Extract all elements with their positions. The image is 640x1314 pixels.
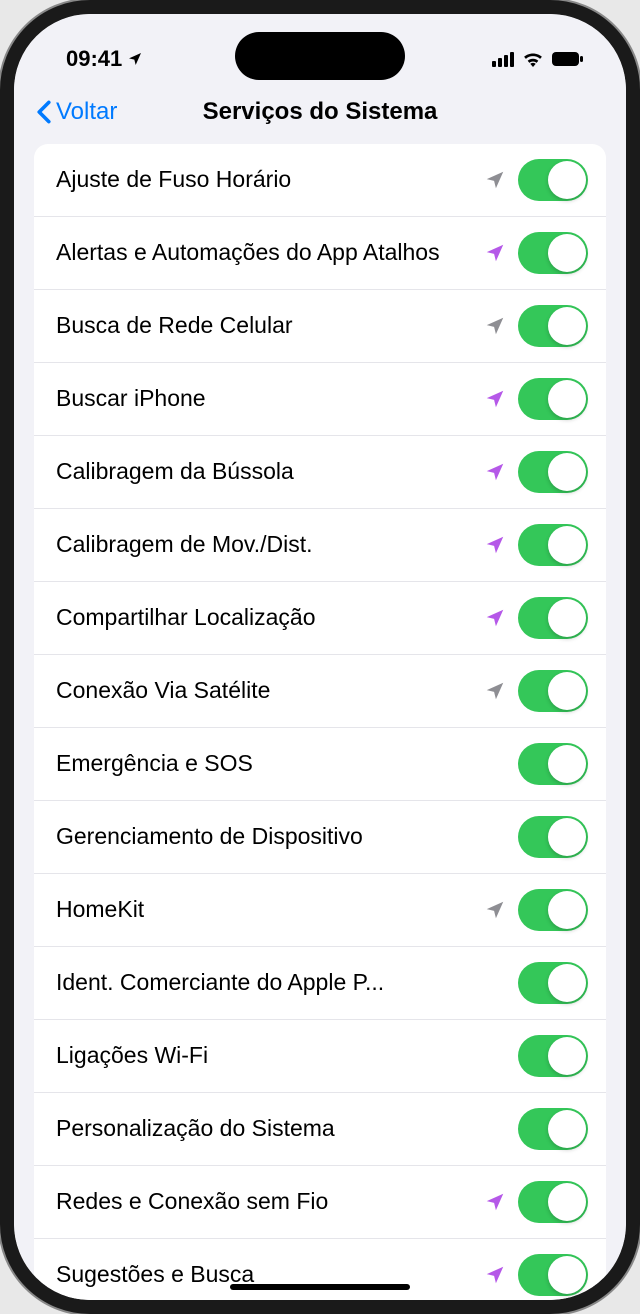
setting-label: Busca de Rede Celular <box>56 311 484 341</box>
toggle-knob <box>548 818 586 856</box>
toggle-switch[interactable] <box>518 1181 588 1223</box>
settings-row: Personalização do Sistema <box>34 1093 606 1166</box>
location-arrow-icon <box>484 680 506 702</box>
setting-label: Ident. Comerciante do Apple P... <box>56 968 518 998</box>
toggle-knob <box>548 672 586 710</box>
location-arrow-icon <box>484 534 506 556</box>
phone-frame: 09:41 Voltar Serviços do Sistema Ajuste … <box>0 0 640 1314</box>
settings-row: Buscar iPhone <box>34 363 606 436</box>
back-label: Voltar <box>56 98 117 126</box>
toggle-switch[interactable] <box>518 524 588 566</box>
toggle-switch[interactable] <box>518 743 588 785</box>
settings-row: Sugestões e Busca <box>34 1239 606 1300</box>
toggle-knob <box>548 453 586 491</box>
location-arrow-icon <box>484 607 506 629</box>
toggle-switch[interactable] <box>518 378 588 420</box>
toggle-knob <box>548 234 586 272</box>
settings-row: Gerenciamento de Dispositivo <box>34 801 606 874</box>
toggle-knob <box>548 891 586 929</box>
setting-label: Alertas e Automações do App Atalhos <box>56 238 484 268</box>
location-arrow-icon <box>484 315 506 337</box>
toggle-switch[interactable] <box>518 889 588 931</box>
toggle-switch[interactable] <box>518 1035 588 1077</box>
toggle-knob <box>548 1110 586 1148</box>
cellular-signal-icon <box>492 51 514 67</box>
toggle-knob <box>548 307 586 345</box>
location-arrow-icon <box>484 242 506 264</box>
toggle-switch[interactable] <box>518 670 588 712</box>
toggle-switch[interactable] <box>518 962 588 1004</box>
chevron-left-icon <box>36 100 52 124</box>
location-arrow-icon <box>484 169 506 191</box>
toggle-switch[interactable] <box>518 1108 588 1150</box>
toggle-switch[interactable] <box>518 597 588 639</box>
toggle-knob <box>548 1037 586 1075</box>
location-arrow-icon <box>484 461 506 483</box>
toggle-knob <box>548 1183 586 1221</box>
setting-label: Gerenciamento de Dispositivo <box>56 822 518 852</box>
setting-label: Ajuste de Fuso Horário <box>56 165 484 195</box>
status-time: 09:41 <box>66 46 122 72</box>
settings-row: Conexão Via Satélite <box>34 655 606 728</box>
dynamic-island <box>235 32 405 80</box>
toggle-knob <box>548 599 586 637</box>
location-arrow-icon <box>484 388 506 410</box>
home-indicator[interactable] <box>230 1284 410 1290</box>
settings-row: Calibragem de Mov./Dist. <box>34 509 606 582</box>
toggle-knob <box>548 964 586 1002</box>
page-title: Serviços do Sistema <box>203 98 438 126</box>
toggle-knob <box>548 745 586 783</box>
setting-label: Conexão Via Satélite <box>56 676 484 706</box>
status-time-group: 09:41 <box>66 46 143 72</box>
settings-row: Compartilhar Localização <box>34 582 606 655</box>
toggle-knob <box>548 380 586 418</box>
setting-label: Calibragem de Mov./Dist. <box>56 530 484 560</box>
setting-label: Ligações Wi-Fi <box>56 1041 518 1071</box>
toggle-switch[interactable] <box>518 451 588 493</box>
setting-label: HomeKit <box>56 895 484 925</box>
settings-row: Calibragem da Bússola <box>34 436 606 509</box>
settings-row: Alertas e Automações do App Atalhos <box>34 217 606 290</box>
settings-row: HomeKit <box>34 874 606 947</box>
toggle-knob <box>548 526 586 564</box>
settings-row: Emergência e SOS <box>34 728 606 801</box>
settings-row: Busca de Rede Celular <box>34 290 606 363</box>
setting-label: Emergência e SOS <box>56 749 518 779</box>
content-area: Ajuste de Fuso Horário Alertas e Automaçõ… <box>14 144 626 1300</box>
settings-row: Redes e Conexão sem Fio <box>34 1166 606 1239</box>
toggle-switch[interactable] <box>518 305 588 347</box>
location-arrow-icon <box>484 899 506 921</box>
wifi-icon <box>522 51 544 67</box>
settings-row: Ajuste de Fuso Horário <box>34 144 606 217</box>
back-button[interactable]: Voltar <box>36 98 117 126</box>
setting-label: Buscar iPhone <box>56 384 484 414</box>
status-icons <box>492 51 584 67</box>
setting-label: Redes e Conexão sem Fio <box>56 1187 484 1217</box>
location-indicator-icon <box>127 51 143 67</box>
location-arrow-icon <box>484 1264 506 1286</box>
screen: 09:41 Voltar Serviços do Sistema Ajuste … <box>14 14 626 1300</box>
settings-row: Ligações Wi-Fi <box>34 1020 606 1093</box>
location-arrow-icon <box>484 1191 506 1213</box>
setting-label: Personalização do Sistema <box>56 1114 518 1144</box>
setting-label: Calibragem da Bússola <box>56 457 484 487</box>
toggle-knob <box>548 1256 586 1294</box>
setting-label: Compartilhar Localização <box>56 603 484 633</box>
toggle-switch[interactable] <box>518 159 588 201</box>
toggle-switch[interactable] <box>518 232 588 274</box>
system-services-list: Ajuste de Fuso Horário Alertas e Automaçõ… <box>34 144 606 1300</box>
navigation-header: Voltar Serviços do Sistema <box>14 84 626 144</box>
settings-row: Ident. Comerciante do Apple P... <box>34 947 606 1020</box>
toggle-knob <box>548 161 586 199</box>
toggle-switch[interactable] <box>518 816 588 858</box>
battery-icon <box>552 51 584 67</box>
toggle-switch[interactable] <box>518 1254 588 1296</box>
